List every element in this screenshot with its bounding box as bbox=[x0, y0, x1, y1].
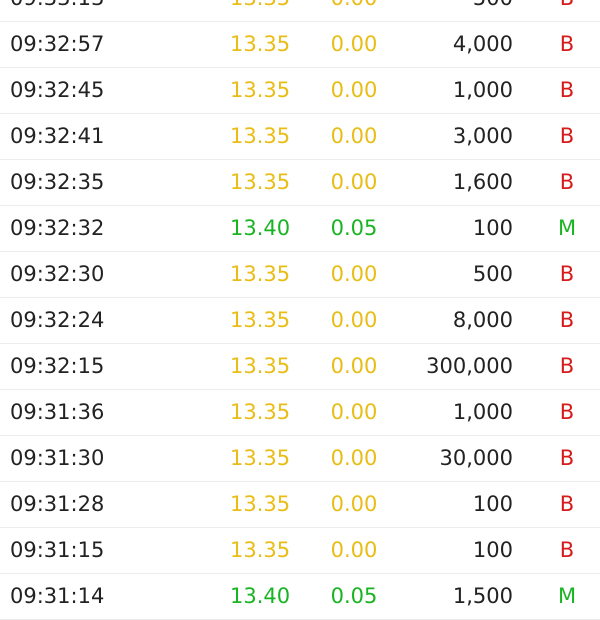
trade-side: B bbox=[556, 0, 578, 21]
trade-price: 13.35 bbox=[230, 354, 291, 378]
trade-side: M bbox=[557, 584, 577, 608]
trade-volume: 1,500 bbox=[452, 584, 513, 608]
trade-volume: 1,600 bbox=[452, 170, 513, 194]
trade-row: 09:32:45 13.35 0.00 1,000 B bbox=[0, 68, 600, 114]
trade-list: 09:33:13 13.35 0.00 500 B 09:32:57 13.35… bbox=[0, 0, 600, 620]
trade-volume: 100 bbox=[472, 492, 513, 516]
trade-row: 09:32:15 13.35 0.00 300,000 B bbox=[0, 344, 600, 390]
trade-change: 0.00 bbox=[330, 400, 378, 424]
trade-change: 0.00 bbox=[330, 308, 378, 332]
trade-price: 13.40 bbox=[230, 216, 291, 240]
trade-side: M bbox=[557, 216, 577, 240]
trade-volume: 100 bbox=[472, 216, 513, 240]
trade-change: 0.05 bbox=[330, 216, 378, 240]
trade-price: 13.35 bbox=[230, 538, 291, 562]
trade-side: B bbox=[559, 400, 575, 424]
trade-change: 0.00 bbox=[330, 78, 378, 102]
trade-side: B bbox=[559, 446, 575, 470]
trade-row: 09:31:14 13.40 0.05 1,500 M bbox=[0, 574, 600, 620]
trade-change: 0.00 bbox=[330, 262, 378, 286]
trade-time: 09:32:41 bbox=[10, 124, 105, 148]
trade-price: 13.35 bbox=[230, 124, 291, 148]
trade-change: 0.00 bbox=[330, 354, 378, 378]
trade-row: 09:32:24 13.35 0.00 8,000 B bbox=[0, 298, 600, 344]
trade-row: 09:32:30 13.35 0.00 500 B bbox=[0, 252, 600, 298]
trade-price: 13.35 bbox=[230, 492, 291, 516]
trade-volume: 4,000 bbox=[452, 32, 513, 56]
trade-row: 09:31:30 13.35 0.00 30,000 B bbox=[0, 436, 600, 482]
trade-row: 09:31:28 13.35 0.00 100 B bbox=[0, 482, 600, 528]
trade-change: 0.00 bbox=[330, 170, 378, 194]
trade-time: 09:32:30 bbox=[10, 262, 105, 286]
trade-change: 0.05 bbox=[330, 584, 378, 608]
trade-price: 13.35 bbox=[230, 400, 291, 424]
trade-change: 0.00 bbox=[330, 0, 378, 21]
trade-volume: 500 bbox=[473, 0, 513, 21]
trade-time: 09:31:36 bbox=[10, 400, 105, 424]
trade-volume: 1,000 bbox=[452, 78, 513, 102]
trade-time: 09:31:28 bbox=[10, 492, 105, 516]
trade-row: 09:32:32 13.40 0.05 100 M bbox=[0, 206, 600, 252]
trade-side: B bbox=[559, 262, 575, 286]
trade-price: 13.35 bbox=[230, 0, 290, 21]
trade-time: 09:32:35 bbox=[10, 170, 105, 194]
trade-side: B bbox=[559, 124, 575, 148]
trade-price: 13.40 bbox=[230, 584, 291, 608]
trade-row: 09:31:15 13.35 0.00 100 B bbox=[0, 528, 600, 574]
trade-price: 13.35 bbox=[230, 170, 291, 194]
trade-side: B bbox=[559, 354, 575, 378]
trade-row: 09:32:57 13.35 0.00 4,000 B bbox=[0, 22, 600, 68]
trade-side: B bbox=[559, 32, 575, 56]
trade-side: B bbox=[559, 308, 575, 332]
trade-time: 09:32:15 bbox=[10, 354, 105, 378]
trade-time: 09:33:13 bbox=[10, 0, 104, 21]
trade-time: 09:32:45 bbox=[10, 78, 105, 102]
trade-volume: 8,000 bbox=[452, 308, 513, 332]
trade-side: B bbox=[559, 170, 575, 194]
trade-price: 13.35 bbox=[230, 262, 291, 286]
trade-price: 13.35 bbox=[230, 32, 291, 56]
trade-row: 09:32:35 13.35 0.00 1,600 B bbox=[0, 160, 600, 206]
trade-volume: 3,000 bbox=[452, 124, 513, 148]
trade-row: 09:33:13 13.35 0.00 500 B bbox=[0, 0, 600, 22]
trade-price: 13.35 bbox=[230, 446, 291, 470]
trade-change: 0.00 bbox=[330, 32, 378, 56]
trade-time: 09:32:57 bbox=[10, 32, 105, 56]
trade-volume: 30,000 bbox=[439, 446, 513, 470]
trade-change: 0.00 bbox=[330, 124, 378, 148]
trade-time: 09:32:32 bbox=[10, 216, 105, 240]
trade-time: 09:31:30 bbox=[10, 446, 105, 470]
trade-change: 0.00 bbox=[330, 538, 378, 562]
trade-volume: 300,000 bbox=[426, 354, 513, 378]
trade-volume: 1,000 bbox=[452, 400, 513, 424]
trade-row: 09:32:41 13.35 0.00 3,000 B bbox=[0, 114, 600, 160]
trade-volume: 500 bbox=[472, 262, 513, 286]
trade-volume: 100 bbox=[472, 538, 513, 562]
trade-price: 13.35 bbox=[230, 308, 291, 332]
trade-price: 13.35 bbox=[230, 78, 291, 102]
trade-time: 09:32:24 bbox=[10, 308, 105, 332]
trade-row: 09:31:36 13.35 0.00 1,000 B bbox=[0, 390, 600, 436]
trade-change: 0.00 bbox=[330, 446, 378, 470]
trade-side: B bbox=[559, 78, 575, 102]
trade-side: B bbox=[559, 538, 575, 562]
trade-change: 0.00 bbox=[330, 492, 378, 516]
trade-time: 09:31:15 bbox=[10, 538, 105, 562]
trade-side: B bbox=[559, 492, 575, 516]
trade-time: 09:31:14 bbox=[10, 584, 105, 608]
